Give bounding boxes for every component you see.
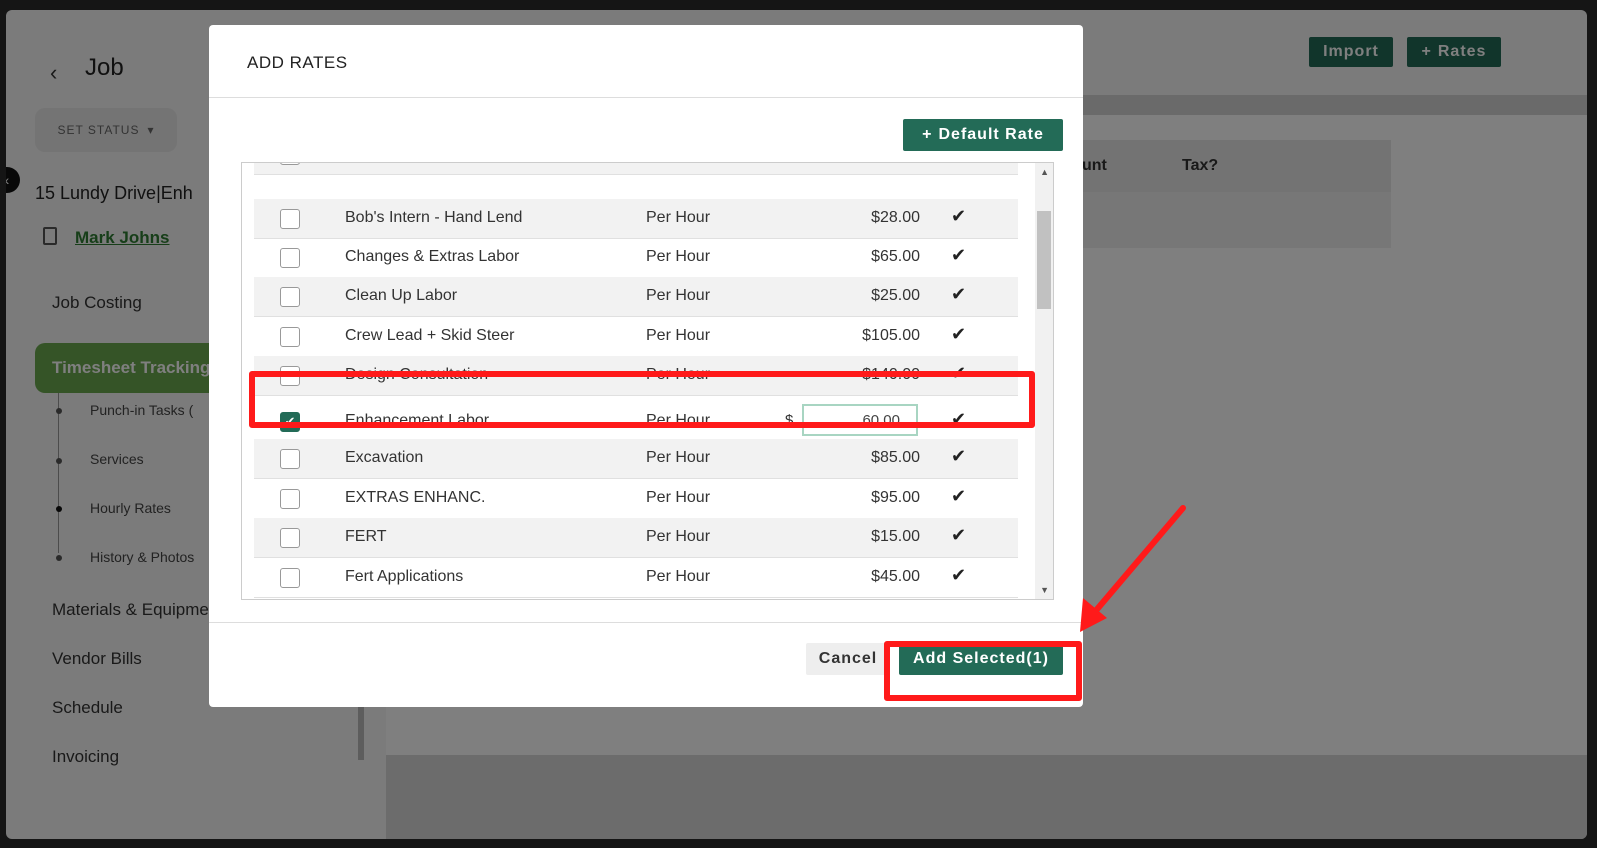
annotation-arrow (1080, 505, 1186, 632)
